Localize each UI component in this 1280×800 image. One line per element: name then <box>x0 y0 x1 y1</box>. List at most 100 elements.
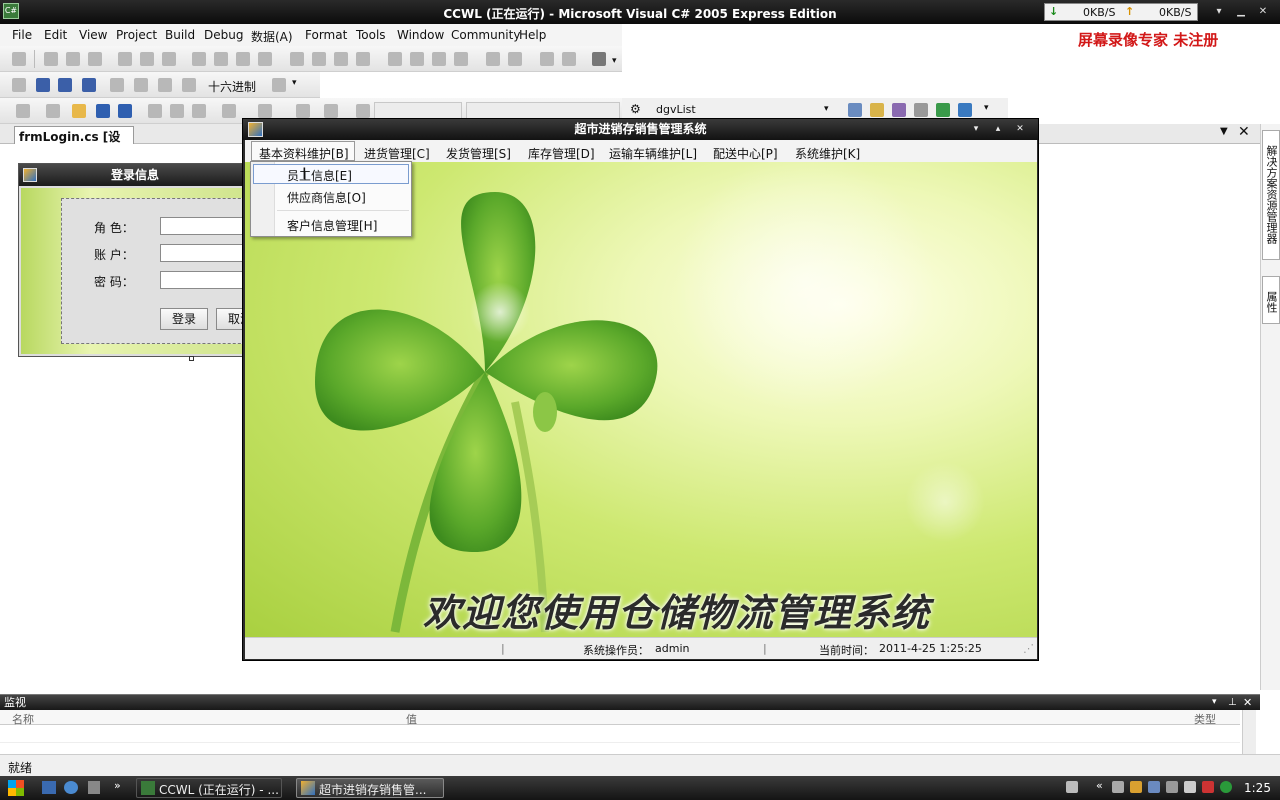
shield-icon[interactable] <box>1220 781 1232 793</box>
cut-icon[interactable] <box>148 104 162 118</box>
properties-icon[interactable] <box>848 103 862 117</box>
menu-item-supplier-info[interactable]: 供应商信息[O] <box>287 189 366 206</box>
folder-view-icon[interactable] <box>870 103 884 117</box>
object-combo-chevron-icon[interactable]: ▾ <box>824 104 829 114</box>
same-size-icon[interactable] <box>236 52 250 66</box>
new-project-icon[interactable] <box>16 104 30 118</box>
close-document-icon[interactable]: ✕ <box>1238 124 1250 140</box>
menu-edit[interactable]: Edit <box>44 28 67 42</box>
window-position-icon[interactable]: ▾ <box>1212 695 1217 710</box>
close-watch-icon[interactable]: ✕ <box>1243 695 1252 710</box>
vspace-increase-icon[interactable] <box>410 52 424 66</box>
volume-icon[interactable] <box>1184 781 1196 793</box>
chevron-down-icon[interactable]: ▾ <box>292 78 297 88</box>
size-to-grid-icon[interactable] <box>258 52 272 66</box>
vspace-remove-icon[interactable] <box>454 52 468 66</box>
menu-shipping[interactable]: 发货管理[S] <box>446 145 511 162</box>
menu-purchase[interactable]: 进货管理[C] <box>364 145 430 162</box>
vspace-decrease-icon[interactable] <box>432 52 446 66</box>
stop-icon[interactable] <box>58 78 72 92</box>
menu-distribution[interactable]: 配送中心[P] <box>713 145 778 162</box>
tray-security-icon[interactable] <box>1202 781 1214 793</box>
menu-window[interactable]: Window <box>397 28 444 42</box>
align-grid-icon[interactable] <box>12 52 26 66</box>
app-maximize-icon[interactable]: ▴ <box>989 122 1007 136</box>
pause-icon[interactable] <box>36 78 50 92</box>
solution-explorer-tab[interactable]: 解决方案资源管理器 <box>1262 130 1280 260</box>
export-icon[interactable] <box>936 103 950 117</box>
continue-icon[interactable] <box>12 78 26 92</box>
resize-handle[interactable] <box>189 356 194 361</box>
quicklaunch-more-icon[interactable]: » <box>114 779 121 792</box>
tab-list-chevron-icon[interactable]: ▼ <box>1220 126 1228 137</box>
minimize-button[interactable]: ▁ <box>1232 4 1250 19</box>
align-bottom-icon[interactable] <box>162 52 176 66</box>
start-icon[interactable] <box>356 104 370 118</box>
tray-expand-icon[interactable]: « <box>1096 779 1103 792</box>
close-button[interactable]: ✕ <box>1254 4 1272 19</box>
align-center-icon[interactable] <box>66 52 80 66</box>
bring-to-front-icon[interactable] <box>540 52 554 66</box>
properties-tab[interactable]: 属性 <box>1262 276 1280 324</box>
menu-help[interactable]: Help <box>519 28 546 42</box>
navigate-forward-icon[interactable] <box>324 104 338 118</box>
step-over-icon[interactable] <box>158 78 172 92</box>
find-combo[interactable] <box>466 102 620 119</box>
watch-scrollbar[interactable] <box>1242 710 1256 754</box>
menu-format[interactable]: Format <box>305 28 347 42</box>
step-out-icon[interactable] <box>182 78 196 92</box>
menu-data[interactable]: 数据(A) <box>251 28 293 45</box>
hspace-remove-icon[interactable] <box>356 52 370 66</box>
vspace-equal-icon[interactable] <box>388 52 402 66</box>
menu-vehicles[interactable]: 运输车辆维护[L] <box>609 145 697 162</box>
breakpoints-window-icon[interactable] <box>272 78 286 92</box>
save-icon[interactable] <box>96 104 110 118</box>
login-button[interactable]: 登录 <box>160 308 208 330</box>
align-middle-icon[interactable] <box>140 52 154 66</box>
tab-order-icon[interactable] <box>592 52 606 66</box>
menu-community[interactable]: Community <box>451 28 520 42</box>
menu-inventory[interactable]: 库存管理[D] <box>528 145 595 162</box>
app-dropdown-icon[interactable]: ▾ <box>967 122 985 136</box>
navigate-backward-icon[interactable] <box>296 104 310 118</box>
align-top-icon[interactable] <box>118 52 132 66</box>
show-next-statement-icon[interactable] <box>110 78 124 92</box>
start-button-icon[interactable] <box>8 780 24 796</box>
login-form-designer[interactable]: 登录信息 角 色： 账 户： 密 码： 登录 取消 <box>18 163 270 357</box>
menu-view[interactable]: View <box>79 28 107 42</box>
clock[interactable]: 1:25 <box>1244 781 1271 795</box>
add-item-icon[interactable] <box>46 104 60 118</box>
center-vertically-icon[interactable] <box>508 52 522 66</box>
menu-project[interactable]: Project <box>116 28 157 42</box>
align-left-icon[interactable] <box>44 52 58 66</box>
hex-toggle-button[interactable]: 十六进制 <box>208 78 256 95</box>
tray-alert-icon[interactable] <box>1130 781 1142 793</box>
menu-system[interactable]: 系统维护[K] <box>795 145 860 162</box>
step-into-icon[interactable] <box>134 78 148 92</box>
menu-item-customer-info[interactable]: 客户信息管理[H] <box>287 217 377 234</box>
watch-row[interactable] <box>0 725 1240 743</box>
tab-frmlogin-design[interactable]: frmLogin.cs [设计] <box>14 126 134 161</box>
dropdown-chevron-icon[interactable]: ▾ <box>1210 4 1228 19</box>
menu-debug[interactable]: Debug <box>204 28 243 42</box>
tray-network-icon[interactable] <box>1148 781 1160 793</box>
tools-icon[interactable] <box>914 103 928 117</box>
redo-icon[interactable] <box>258 104 272 118</box>
keyboard-icon[interactable] <box>1066 781 1078 793</box>
open-file-icon[interactable] <box>72 104 86 118</box>
class-view-icon[interactable] <box>892 103 906 117</box>
menu-tools[interactable]: Tools <box>356 28 386 42</box>
tray-app-icon[interactable] <box>1112 781 1124 793</box>
undo-icon[interactable] <box>222 104 236 118</box>
toolbar-overflow-icon[interactable]: ▾ <box>612 56 617 66</box>
hspace-increase-icon[interactable] <box>312 52 326 66</box>
hspace-equal-icon[interactable] <box>290 52 304 66</box>
taskbar-task-vs[interactable]: CCWL (正在运行) - ... <box>136 778 282 798</box>
size-grip-icon[interactable]: ⋰ <box>1023 642 1034 655</box>
configuration-combo[interactable] <box>374 102 462 119</box>
send-to-back-icon[interactable] <box>562 52 576 66</box>
save-all-icon[interactable] <box>118 104 132 118</box>
copy-icon[interactable] <box>170 104 184 118</box>
menu-item-employee-info[interactable]: 员工信息[E] <box>287 167 352 184</box>
ie-icon[interactable] <box>64 781 78 794</box>
